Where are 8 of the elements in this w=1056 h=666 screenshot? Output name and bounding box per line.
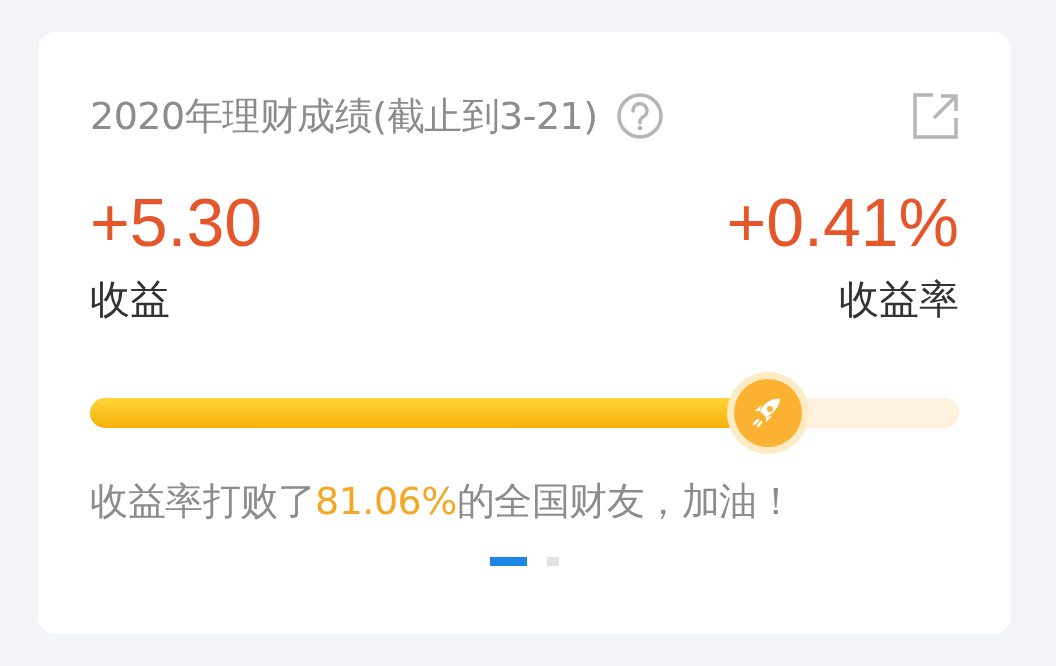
metric-value: +0.41%	[726, 184, 959, 260]
metric-label: 收益	[90, 275, 171, 324]
metric-label: 收益率	[839, 275, 959, 324]
metric-value: +5.30	[90, 184, 263, 260]
card-title: 2020年理财成绩(截止到3-21)	[90, 92, 598, 140]
share-icon[interactable]	[911, 92, 959, 140]
help-icon[interactable]	[615, 92, 664, 140]
summary-text: 收益率打败了81.06%的全国财友，加油！	[90, 478, 796, 525]
